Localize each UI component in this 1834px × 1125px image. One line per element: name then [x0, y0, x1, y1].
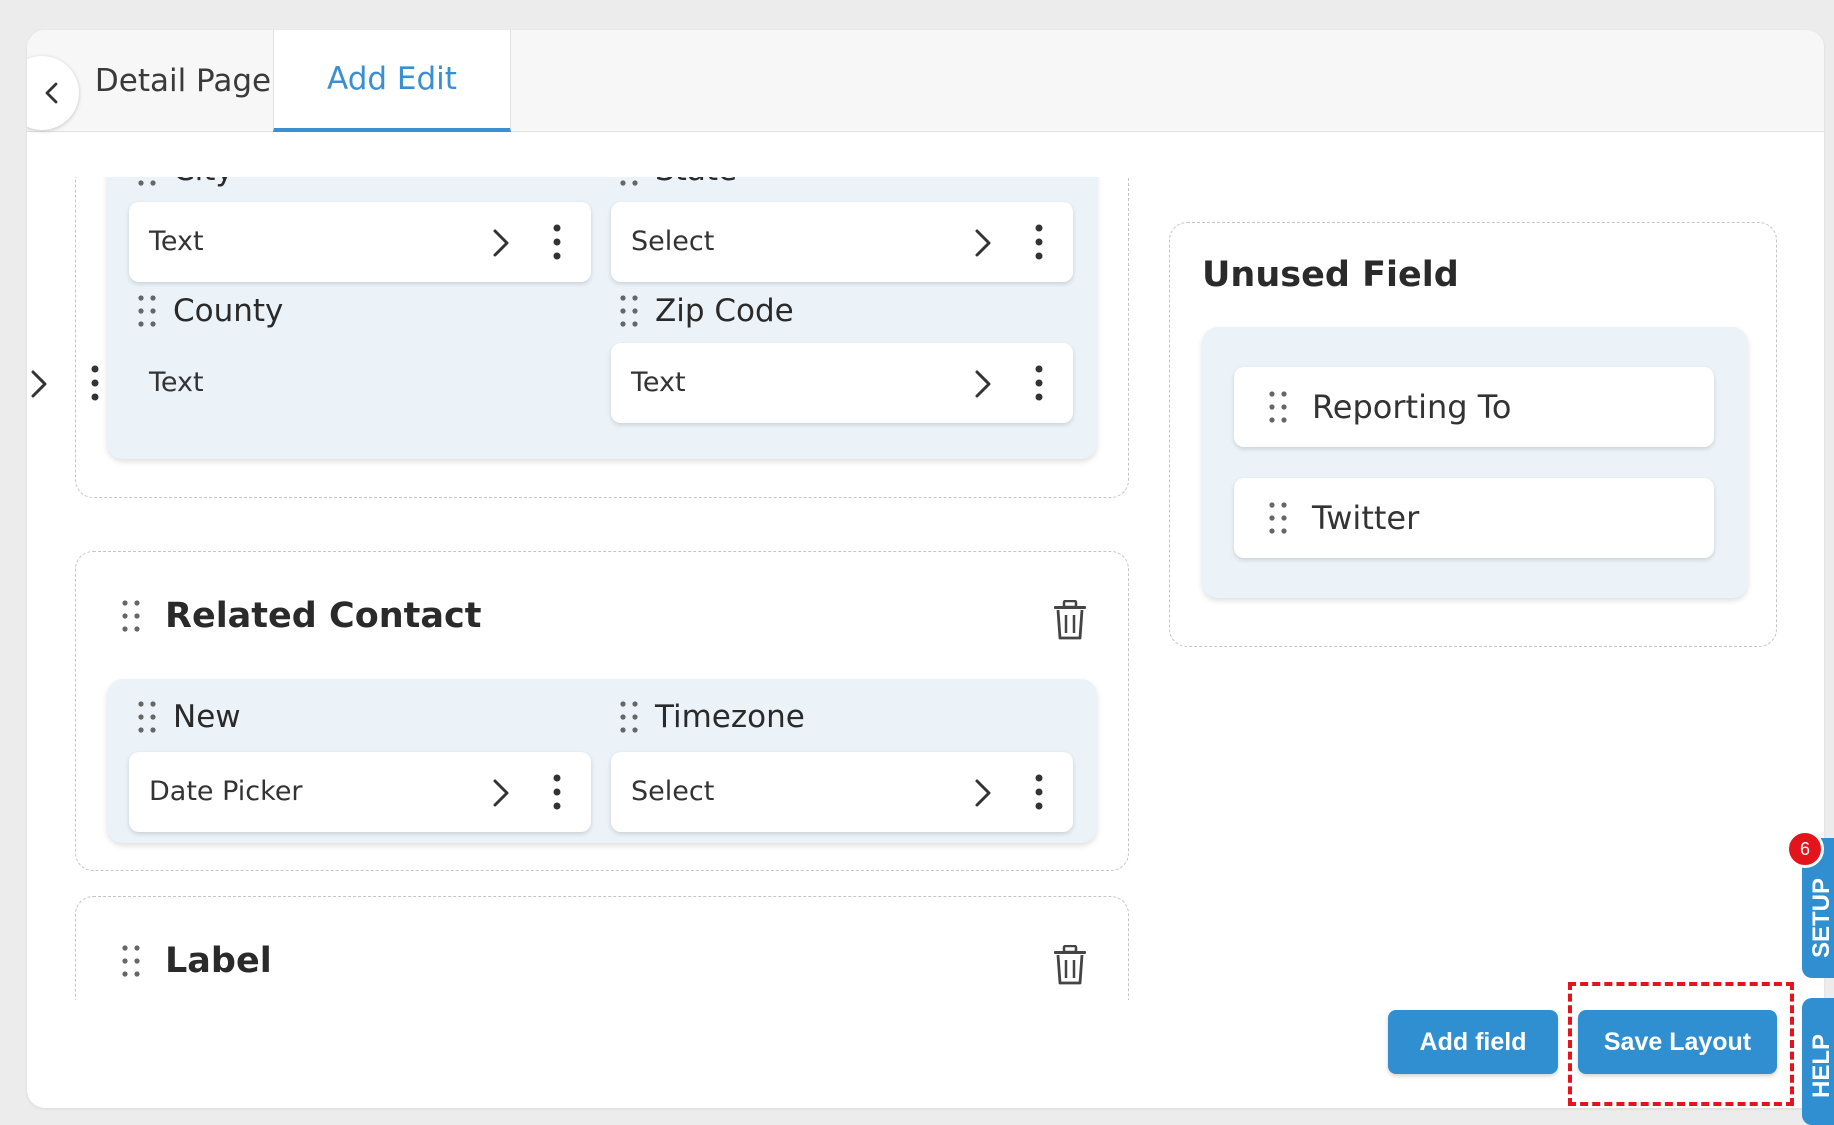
field-label-text: Timezone: [655, 699, 805, 735]
unused-item-reporting-to[interactable]: Reporting To: [1234, 367, 1714, 447]
address-section: City State Text Select: [75, 177, 1129, 498]
label-section: Label: [75, 896, 1129, 1000]
chevron-right-icon[interactable]: [973, 778, 993, 808]
chevron-right-icon[interactable]: [491, 228, 511, 258]
more-vertical-icon[interactable]: [1035, 774, 1043, 810]
layout-canvas: City State Text Select: [27, 177, 1824, 1000]
field-label-text: New: [173, 699, 241, 735]
field-label-city[interactable]: City: [137, 177, 234, 188]
related-contact-section: Related Contact New Timezone Date Picker: [75, 551, 1129, 871]
add-field-button[interactable]: Add field: [1388, 1010, 1558, 1074]
unused-fields-list: Reporting To Twitter: [1202, 327, 1748, 598]
drag-handle-icon[interactable]: [121, 599, 141, 633]
more-vertical-icon[interactable]: [553, 224, 561, 260]
field-type-value: Select: [631, 226, 715, 257]
help-side-tab[interactable]: HELP: [1802, 998, 1834, 1125]
drag-handle-icon[interactable]: [619, 294, 639, 328]
tab-add-edit[interactable]: Add Edit: [273, 30, 511, 132]
field-label-timezone[interactable]: Timezone: [619, 699, 805, 735]
help-tab-label: HELP: [1808, 1033, 1834, 1098]
tab-bar: Detail Page Add Edit: [27, 30, 1824, 132]
more-vertical-icon[interactable]: [91, 365, 99, 401]
field-type-value: Text: [149, 226, 204, 257]
drag-handle-icon[interactable]: [137, 294, 157, 328]
unused-item-twitter[interactable]: Twitter: [1234, 478, 1714, 558]
drag-handle-icon[interactable]: [619, 177, 639, 187]
section-title-label[interactable]: Label: [121, 941, 272, 981]
field-type-value: Date Picker: [149, 776, 303, 807]
field-type-value: Select: [631, 776, 715, 807]
setup-tab-label: SETUP: [1808, 877, 1834, 958]
drag-handle-icon[interactable]: [121, 944, 141, 978]
drag-handle-icon[interactable]: [1268, 501, 1288, 535]
chevron-right-icon[interactable]: [29, 369, 49, 399]
drag-handle-icon[interactable]: [137, 700, 157, 734]
section-title-text: Label: [165, 941, 272, 981]
chevron-right-icon[interactable]: [973, 369, 993, 399]
zip-code-field-type[interactable]: Text: [611, 343, 1073, 423]
field-label-state[interactable]: State: [619, 177, 737, 188]
notification-badge: 6: [1786, 830, 1824, 868]
field-label-new[interactable]: New: [137, 699, 241, 735]
unused-field-panel: Unused Field Reporting To Twitter: [1169, 222, 1777, 647]
related-contact-fields-panel: New Timezone Date Picker Select: [107, 679, 1097, 843]
section-title-related-contact[interactable]: Related Contact: [121, 596, 482, 636]
chevron-right-icon[interactable]: [491, 778, 511, 808]
drag-handle-icon[interactable]: [1268, 390, 1288, 424]
field-type-value: Text: [631, 367, 686, 398]
field-label-text: County: [173, 293, 284, 329]
field-label-text: Zip Code: [655, 293, 794, 329]
address-fields-panel: City State Text Select: [107, 177, 1097, 459]
field-label-text: City: [173, 177, 234, 188]
unused-field-title: Unused Field: [1202, 255, 1459, 295]
new-field-type[interactable]: Date Picker: [129, 752, 591, 832]
field-label-county[interactable]: County: [137, 293, 283, 329]
layout-editor-card: Detail Page Add Edit City State Text: [27, 30, 1824, 1108]
drag-handle-icon[interactable]: [137, 177, 157, 187]
tab-detail-page[interactable]: Detail Page: [67, 30, 299, 131]
city-field-type[interactable]: Text: [129, 202, 591, 282]
save-layout-highlight: [1568, 982, 1794, 1106]
unused-item-label: Twitter: [1312, 499, 1420, 537]
more-vertical-icon[interactable]: [1035, 224, 1043, 260]
chevron-right-icon[interactable]: [973, 228, 993, 258]
section-title-text: Related Contact: [165, 596, 482, 636]
field-type-value: Text: [149, 367, 204, 398]
state-field-type[interactable]: Select: [611, 202, 1073, 282]
field-label-text: State: [655, 177, 737, 188]
more-vertical-icon[interactable]: [553, 774, 561, 810]
chevron-left-icon: [45, 82, 58, 104]
trash-icon[interactable]: [1053, 600, 1087, 640]
drag-handle-icon[interactable]: [619, 700, 639, 734]
trash-icon[interactable]: [1053, 945, 1087, 985]
unused-item-label: Reporting To: [1312, 388, 1512, 426]
more-vertical-icon[interactable]: [1035, 365, 1043, 401]
field-label-zip-code[interactable]: Zip Code: [619, 293, 794, 329]
timezone-field-type[interactable]: Select: [611, 752, 1073, 832]
